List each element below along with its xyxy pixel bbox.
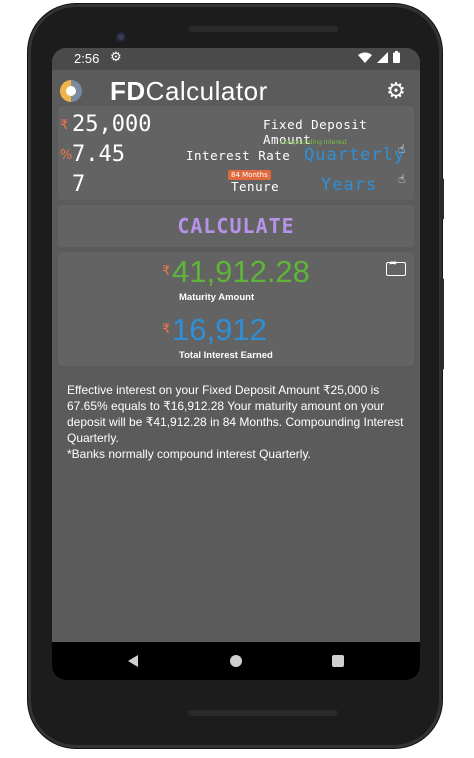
description-text: Effective interest on your Fixed Deposit… [67,382,407,462]
calculate-button[interactable]: CALCULATE [58,205,414,247]
tenure-label: Tenure [231,179,280,194]
bottom-speaker [188,710,338,716]
calculate-card: CALCULATE [58,205,414,247]
maturity-amount-value: 41,912.28 [172,254,310,289]
status-icons [358,51,400,63]
rate-percent-symbol: % [60,148,73,163]
gear-icon: ⚙ [110,50,122,65]
total-interest-label: Total Interest Earned [179,350,273,361]
status-time: 2:56 [74,51,100,66]
app-logo [60,80,82,102]
maturity-amount-label: Maturity Amount [179,292,255,303]
navigation-bar [52,642,420,680]
power-button [440,278,444,370]
interest-rupee-symbol: ₹ [162,322,171,337]
tenure-unit[interactable]: Years [321,175,377,195]
home-icon[interactable] [230,655,242,667]
amount-value[interactable]: 25,000 [72,112,151,137]
camera [116,32,126,42]
signal-icon [377,51,388,63]
input-card: ₹ 25,000 Fixed Deposit Amount % 7.45 Int… [58,106,414,200]
amount-rupee-symbol: ₹ [60,118,69,133]
results-card: ₹ 41,912.28 Maturity Amount ₹ 16,912 Tot… [58,252,414,366]
app-title: FDCalculator [110,76,268,107]
tap-hand-icon[interactable]: ☝ [398,172,405,186]
back-icon[interactable] [128,655,138,667]
tap-hand-icon[interactable]: ☝ [398,142,405,156]
volume-button [440,178,444,220]
compounding-value[interactable]: Quarterly [304,145,405,165]
app-title-bold: FD [110,76,146,106]
top-speaker [188,26,338,32]
wifi-icon [358,52,372,63]
battery-icon [393,51,400,63]
settings-gear-icon[interactable]: ⚙ [384,80,408,104]
status-bar: 2:56 ⚙ [52,48,420,70]
description-line-2: *Banks normally compound interest Quarte… [67,447,311,461]
rate-label: Interest Rate [186,148,291,163]
maturity-rupee-symbol: ₹ [162,264,171,279]
tenure-value[interactable]: 7 [72,172,85,197]
recents-icon[interactable] [332,655,344,667]
description-line-1: Effective interest on your Fixed Deposit… [67,383,404,445]
rate-value[interactable]: 7.45 [72,142,125,167]
total-interest-value: 16,912 [172,312,267,347]
screen: 2:56 ⚙ FDCalculator ⚙ ₹ 25,000 Fixed Dep… [52,48,420,680]
share-icon[interactable] [386,258,406,276]
app-title-rest: Calculator [145,76,268,106]
